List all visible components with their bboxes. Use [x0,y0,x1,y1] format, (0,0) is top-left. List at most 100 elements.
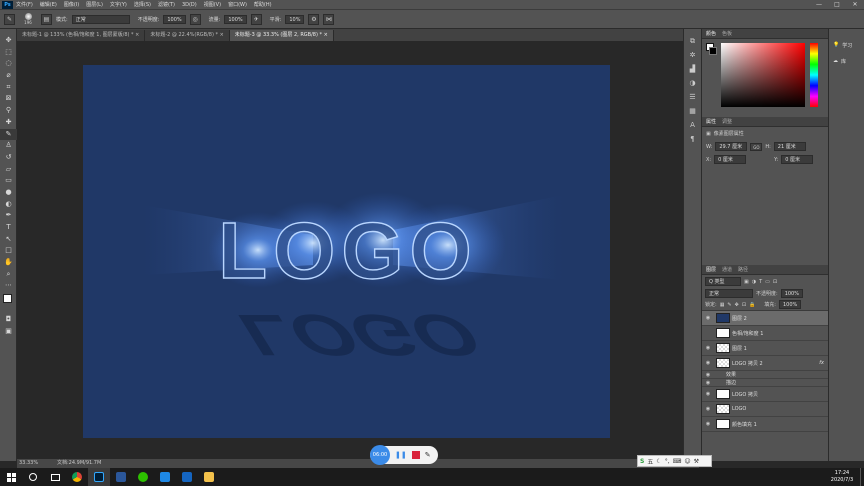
menu-view[interactable]: 视图(V) [204,1,221,8]
visibility-eye-icon[interactable]: ◉ [702,421,714,427]
brushes-panel-icon[interactable]: ▟ [684,65,701,79]
mode-select[interactable]: 正常 [71,14,130,24]
menu-layer[interactable]: 图层(L) [86,1,103,8]
screen-mode-icon[interactable]: ▣ [0,326,17,338]
ime-tools-icon[interactable]: ⚒ [694,458,699,465]
airbrush-icon[interactable]: ✈ [250,13,262,25]
flow-input[interactable]: 100% [224,14,247,24]
brush-tool-icon[interactable]: ✎ [4,13,15,25]
crop-tool-icon[interactable]: ⌗ [0,82,17,94]
pen-icon[interactable]: ✎ [425,451,431,459]
library-button[interactable]: ☁ 库 [829,53,864,69]
system-clock[interactable]: 17:24 2020/7/3 [824,470,860,484]
h-input[interactable]: 21 厘米 [773,142,806,151]
w-input[interactable]: 29.7 厘米 [715,142,748,151]
lasso-tool-icon[interactable]: ◌ [0,58,17,70]
visibility-eye-icon[interactable]: ◉ [702,380,714,386]
layer-row[interactable]: ◉ LOGO [702,402,828,417]
dodge-tool-icon[interactable]: ◐ [0,199,17,211]
lock-pixels-icon[interactable]: ▦ [720,302,725,308]
close-button[interactable]: ✕ [846,1,864,8]
taskbar-word[interactable] [110,468,132,486]
visibility-eye-icon[interactable]: ◉ [702,360,714,366]
layer-row[interactable]: ◉ LOGO 拷贝 [702,387,828,402]
layer-row[interactable]: 色相/饱和度 1 [702,326,828,341]
tab-color[interactable]: 颜色 [706,30,716,37]
taskbar-app-k[interactable] [154,468,176,486]
menu-file[interactable]: 文件(F) [16,1,33,8]
maximize-button[interactable]: □ [828,1,846,8]
adjustments-icon[interactable]: ◑ [684,79,701,93]
brush-preset-picker[interactable]: 196 [19,13,37,25]
tab-layers[interactable]: 图层 [706,266,716,273]
sogou-icon[interactable]: S [640,458,644,465]
taskbar-explorer[interactable] [198,468,220,486]
layer-row[interactable]: ◉ 图层 1 [702,341,828,356]
ime-keyboard-icon[interactable]: ⌨ [673,458,682,465]
history-brush-tool-icon[interactable]: ↺ [0,152,17,164]
document-size[interactable]: 文档:24.9M/91.7M [57,459,101,468]
rectangle-tool-icon[interactable]: □ [0,245,17,257]
layer-filter-select[interactable]: Q 类型 [705,277,741,286]
ime-punct-icon[interactable]: °, [665,458,670,465]
layer-row[interactable]: ◉ LOGO 拷贝 2 fx [702,356,828,371]
healing-brush-tool-icon[interactable]: ✚ [0,117,17,129]
quick-select-tool-icon[interactable]: ⌀ [0,70,17,82]
visibility-eye-icon[interactable]: ◉ [702,391,714,397]
menu-type[interactable]: 文字(Y) [110,1,127,8]
filter-type-icon[interactable]: T [759,279,762,285]
filter-shape-icon[interactable]: ▭ [765,279,770,285]
layer-row[interactable]: ◉ 描边 [702,379,828,387]
menu-window[interactable]: 窗口(W) [228,1,247,8]
canvas[interactable]: LOGO LOGO [83,65,610,438]
show-desktop-button[interactable] [860,468,864,486]
menu-image[interactable]: 图像(I) [64,1,79,8]
smoothing-gear-icon[interactable]: ⚙ [308,13,320,25]
taskbar-wechat[interactable] [132,468,154,486]
taskbar-photoshop[interactable] [88,468,110,486]
blend-mode-select[interactable]: 正常 [705,289,753,298]
blur-tool-icon[interactable]: ● [0,187,17,199]
smooth-input[interactable]: 10% [285,14,305,24]
task-view-button[interactable] [44,468,66,486]
menu-help[interactable]: 帮助(H) [254,1,272,8]
pen-tool-icon[interactable]: ✒ [0,210,17,222]
taskbar-chrome[interactable] [66,468,88,486]
menu-3d[interactable]: 3D(D) [182,2,197,8]
layer-fx-icon[interactable]: fx [819,360,828,366]
type-tool-icon[interactable]: T [0,222,17,234]
tab-document-3[interactable]: 未标题-3 @ 33.3% (图层 2, RGB/8) * × [229,30,334,41]
pressure-opacity-icon[interactable]: ◎ [189,13,201,25]
visibility-eye-icon[interactable]: ◉ [702,345,714,351]
opacity-input[interactable]: 100% [163,14,186,24]
ime-mode-label[interactable]: 五 [647,457,653,466]
marquee-tool-icon[interactable]: ⬚ [0,47,17,59]
lock-move-icon[interactable]: ✥ [735,302,739,308]
character-icon[interactable]: A [684,121,701,135]
layer-row[interactable]: ◉ 图层 2 [702,311,828,326]
gradient-tool-icon[interactable]: ▭ [0,175,17,187]
brush-settings-icon[interactable]: ▤ [41,13,52,25]
search-button[interactable] [22,468,44,486]
path-select-tool-icon[interactable]: ↖ [0,234,17,246]
ime-moon-icon[interactable]: ☾ [656,458,661,465]
tab-properties[interactable]: 属性 [706,118,716,125]
learn-button[interactable]: 💡 学习 [829,37,864,53]
menu-filter[interactable]: 滤镜(T) [158,1,175,8]
color-field[interactable] [721,43,805,107]
menu-edit[interactable]: 编辑(E) [40,1,57,8]
quick-mask-icon[interactable]: ◘ [0,314,17,326]
tab-channels[interactable]: 通道 [722,266,732,273]
lock-artboard-icon[interactable]: ⊡ [742,302,746,308]
foreground-color[interactable] [3,294,12,304]
filter-adjust-icon[interactable]: ◑ [752,279,756,285]
paragraph-icon[interactable]: ¶ [684,135,701,149]
lock-all-icon[interactable]: 🔒 [749,302,755,308]
hand-tool-icon[interactable]: ✋ [0,257,17,269]
more-tools-icon[interactable]: ⋯ [0,280,17,292]
visibility-eye-icon[interactable]: ◉ [702,315,714,321]
history-icon[interactable]: ⧉ [684,37,701,51]
eraser-tool-icon[interactable]: ▱ [0,164,17,176]
brush-settings-panel-icon[interactable]: ✲ [684,51,701,65]
ime-user-icon[interactable]: ☺ [684,458,690,465]
